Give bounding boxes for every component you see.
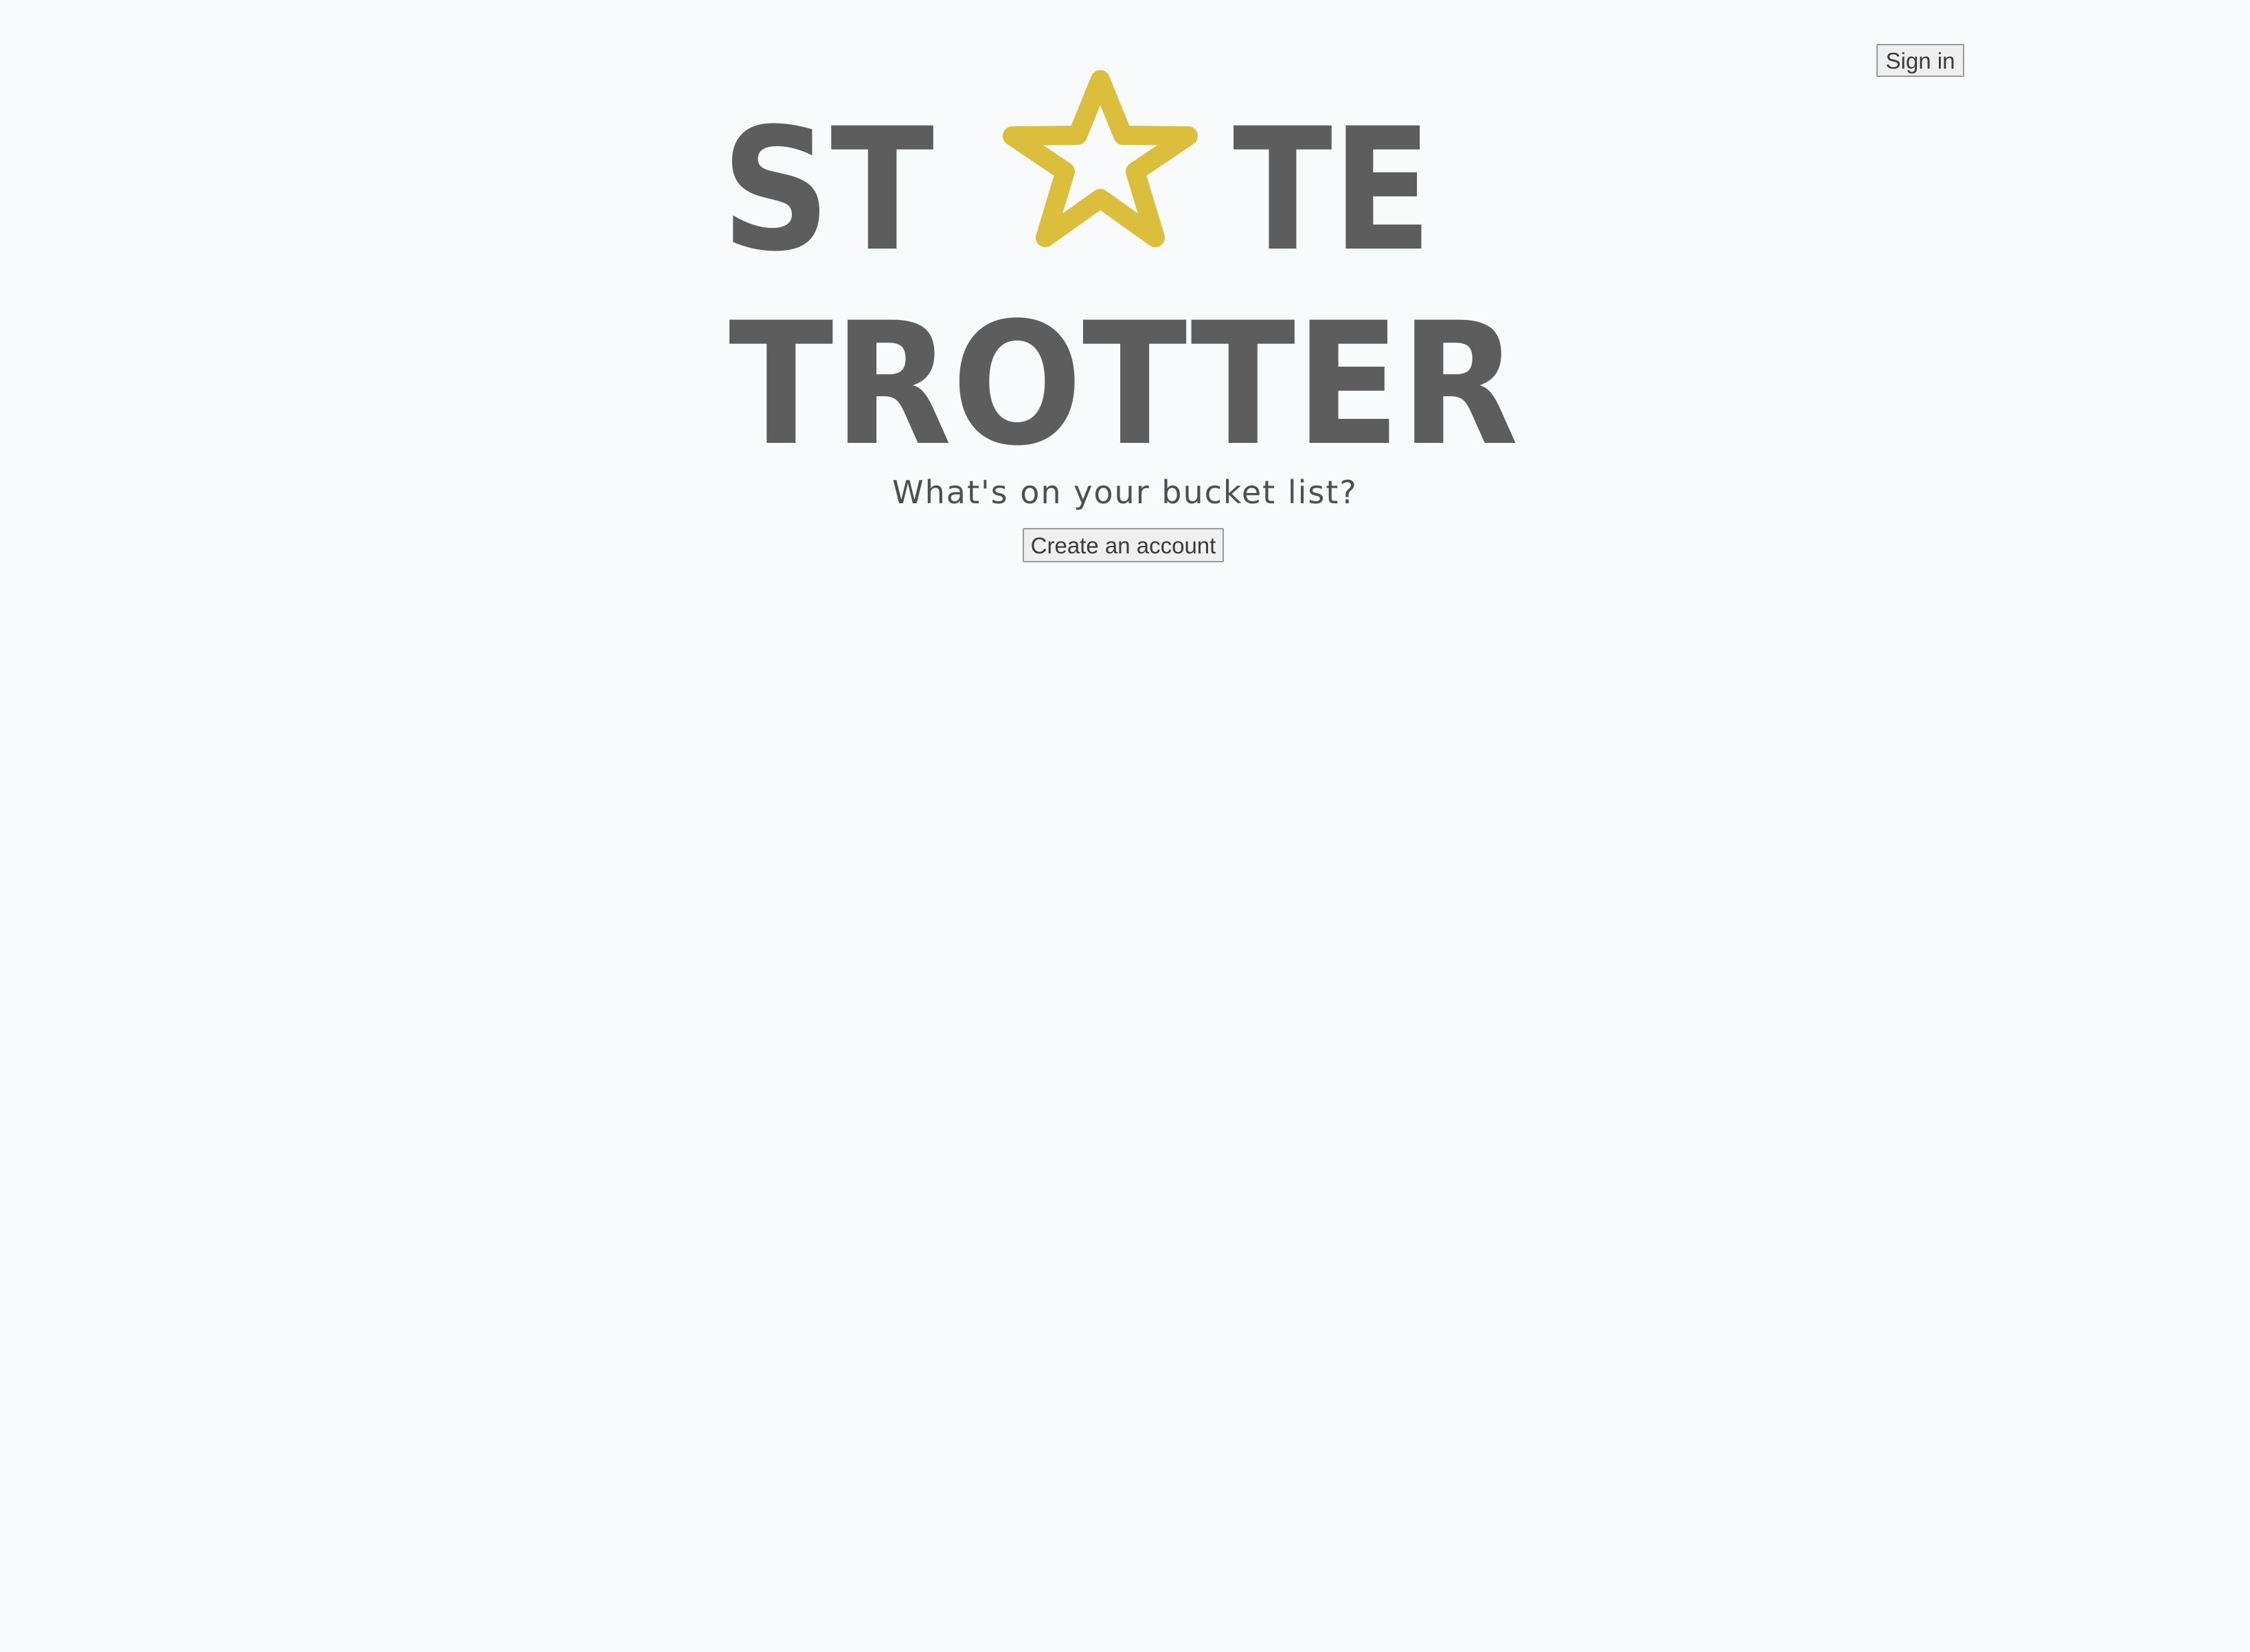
tagline: What's on your bucket list? <box>892 474 1358 511</box>
star-icon <box>1003 70 1198 247</box>
logo-text-trotter: TROTTER <box>729 287 1519 481</box>
logo-text-st: ST <box>721 93 934 289</box>
create-account-button[interactable]: Create an account <box>1023 528 1224 562</box>
logo-text-te: TE <box>1233 93 1432 289</box>
state-trotter-logo: ST TE TROTTER <box>721 70 1519 481</box>
